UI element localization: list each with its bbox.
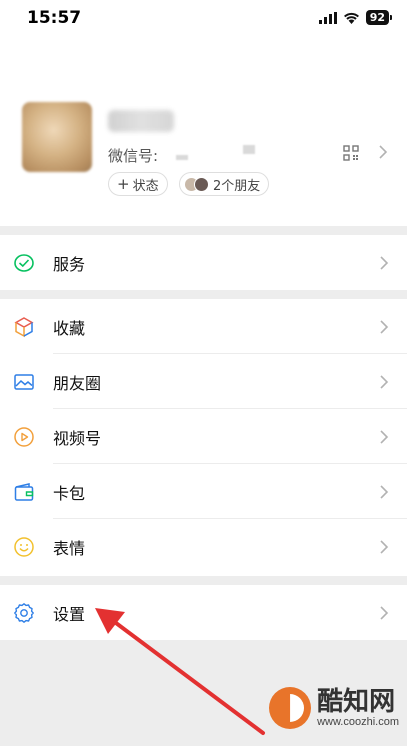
moments-picture-icon: [13, 371, 35, 393]
avatar[interactable]: [22, 102, 92, 172]
battery-indicator: 92: [365, 10, 393, 25]
site-watermark: 酷知网 www.coozhi.com: [269, 687, 399, 729]
gear-icon: [13, 602, 35, 624]
menu-item-label: 卡包: [53, 483, 86, 503]
wifi-icon: [343, 12, 359, 24]
wechat-id-blurred-2: [243, 145, 255, 154]
service-group: 服务: [0, 235, 407, 290]
status-bar: 15:57 92: [0, 0, 407, 34]
status-icons: 92: [318, 10, 393, 25]
signal-icon: [318, 11, 337, 24]
chevron-right-icon: [380, 605, 389, 620]
menu-item-label: 设置: [53, 604, 86, 624]
profile-card[interactable]: 微信号: + 状态 2个朋友: [0, 34, 407, 226]
friends-status-button[interactable]: 2个朋友: [179, 172, 270, 196]
menu-item-label: 服务: [53, 254, 86, 274]
menu-item-cards[interactable]: 卡包: [0, 464, 407, 519]
status-time: 15:57: [27, 8, 82, 28]
chevron-right-icon: [380, 484, 389, 499]
features-group: 收藏 朋友圈 视频号 卡包 表情: [0, 299, 407, 576]
menu-item-label: 朋友圈: [53, 373, 102, 393]
menu-item-label: 视频号: [53, 428, 102, 448]
menu-item-moments[interactable]: 朋友圈: [0, 354, 407, 409]
friend-avatars: [184, 176, 209, 192]
menu-item-favorites[interactable]: 收藏: [0, 299, 407, 354]
wechat-id-label: 微信号:: [108, 147, 159, 165]
service-icon: [13, 252, 35, 274]
menu-item-label: 表情: [53, 538, 86, 558]
settings-group: 设置: [0, 585, 407, 640]
chevron-right-icon: [380, 374, 389, 389]
add-status-button[interactable]: + 状态: [108, 172, 168, 196]
menu-item-settings[interactable]: 设置: [0, 585, 407, 640]
wechat-id-blurred: [176, 155, 188, 160]
chevron-right-icon[interactable]: [378, 144, 388, 160]
chevron-right-icon: [380, 319, 389, 334]
menu-item-channels[interactable]: 视频号: [0, 409, 407, 464]
menu-item-label: 收藏: [53, 318, 86, 338]
smiley-icon: [13, 536, 35, 558]
watermark-name: 酷知网: [317, 687, 396, 717]
menu-item-service[interactable]: 服务: [0, 235, 407, 290]
favorites-cube-icon: [13, 316, 35, 338]
qr-code-icon[interactable]: [343, 145, 359, 161]
friend-avatar: [194, 176, 209, 192]
coozhi-logo-icon: [269, 687, 312, 729]
watermark-url: www.coozhi.com: [317, 716, 399, 728]
plus-icon: +: [117, 175, 130, 193]
nickname-blurred: [108, 110, 174, 132]
chevron-right-icon: [380, 255, 389, 270]
friends-button-label: 2个朋友: [213, 178, 261, 194]
wallet-icon: [13, 481, 35, 503]
status-button-label: 状态: [132, 178, 159, 194]
chevron-right-icon: [380, 539, 389, 554]
menu-item-stickers[interactable]: 表情: [0, 519, 407, 574]
channels-play-icon: [13, 426, 35, 448]
chevron-right-icon: [380, 429, 389, 444]
